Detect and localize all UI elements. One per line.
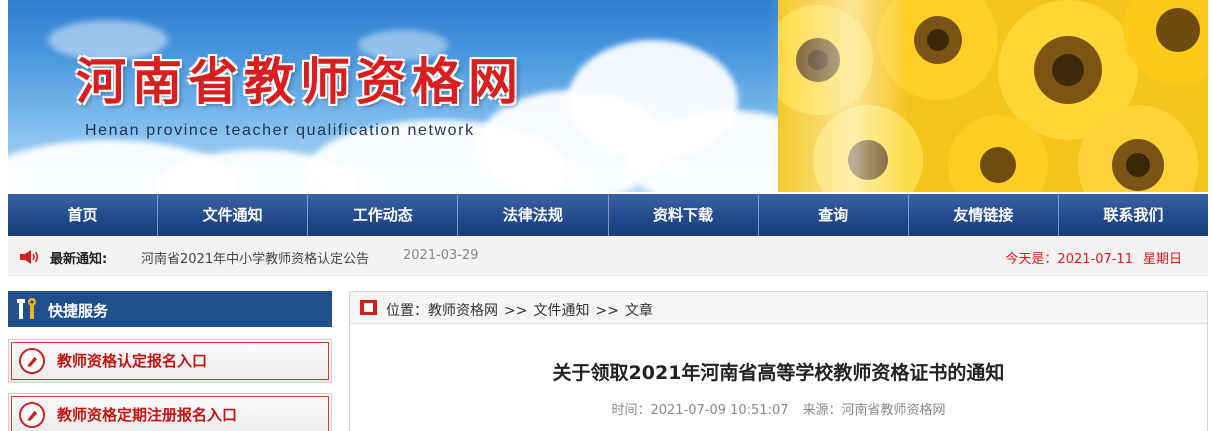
location-icon (360, 300, 377, 315)
site-title: 河南省教师资格网 (76, 53, 524, 111)
breadcrumb-prefix: 位置： (386, 303, 428, 319)
breadcrumb: 位置：教师资格网 >> 文件通知 >> 文章 (386, 300, 653, 320)
main-nav: 首页 文件通知 工作动态 法律法规 资料下载 查询 友情链接 联系我们 (8, 194, 1208, 236)
pencil-icon (19, 348, 45, 374)
pencil-icon (19, 402, 45, 428)
svc-label: 教师资格定期注册报名入口 (57, 406, 238, 424)
teacher-qualification-apply-button[interactable]: 教师资格认定报名入口 (8, 339, 332, 383)
site-banner: 河南省教师资格网 Henan province teacher qualific… (8, 0, 1208, 192)
breadcrumb-item-home[interactable]: 教师资格网 (428, 303, 498, 319)
article-meta: 时间：2021-07-09 10:51:07 来源：河南省教师资格网 (350, 399, 1207, 418)
nav-query[interactable]: 查询 (759, 194, 909, 236)
today-label: 今天是：2021-07-11 (1005, 252, 1133, 267)
svc-label: 教师资格认定报名入口 (57, 352, 208, 370)
today-date: 今天是：2021-07-11 星期日 (1005, 248, 1182, 267)
tools-icon (17, 298, 36, 319)
nav-downloads[interactable]: 资料下载 (609, 194, 759, 236)
notice-link[interactable]: 河南省2021年中小学教师资格认定公告 (141, 248, 369, 267)
nav-laws[interactable]: 法律法规 (458, 194, 609, 236)
nav-home[interactable]: 首页 (8, 194, 159, 236)
site-subtitle: Henan province teacher qualification net… (85, 122, 475, 139)
nav-file-notices[interactable]: 文件通知 (158, 194, 309, 236)
notice-bar: 最新通知: 河南省2021年中小学教师资格认定公告 2021-03-29 今天是… (8, 236, 1208, 276)
quick-service-header: 快捷服务 (8, 291, 332, 327)
quick-service-title: 快捷服务 (48, 302, 109, 320)
notice-label: 最新通知: (50, 252, 108, 267)
periodic-registration-apply-button[interactable]: 教师资格定期注册报名入口 (8, 393, 332, 431)
article-source: 来源：河南省教师资格网 (802, 403, 946, 418)
speaker-icon (20, 250, 39, 264)
article-time: 时间：2021-07-09 10:51:07 (611, 403, 789, 418)
breadcrumb-separator: >> (504, 303, 528, 319)
breadcrumb-separator: >> (595, 303, 619, 319)
article-panel: 位置：教师资格网 >> 文件通知 >> 文章 关于领取2021年河南省高等学校教师资格证… (349, 291, 1208, 431)
nav-links[interactable]: 友情链接 (909, 194, 1059, 236)
notice-date: 2021-03-29 (403, 248, 479, 263)
today-weekday: 星期日 (1142, 252, 1182, 267)
breadcrumb-item-notices[interactable]: 文件通知 (533, 303, 589, 319)
breadcrumb-item-current: 文章 (624, 303, 653, 319)
nav-contact[interactable]: 联系我们 (1059, 194, 1208, 236)
article-title: 关于领取2021年河南省高等学校教师资格证书的通知 (552, 362, 1005, 384)
breadcrumb-bar: 位置：教师资格网 >> 文件通知 >> 文章 (350, 292, 1207, 324)
nav-work-updates[interactable]: 工作动态 (308, 194, 459, 236)
